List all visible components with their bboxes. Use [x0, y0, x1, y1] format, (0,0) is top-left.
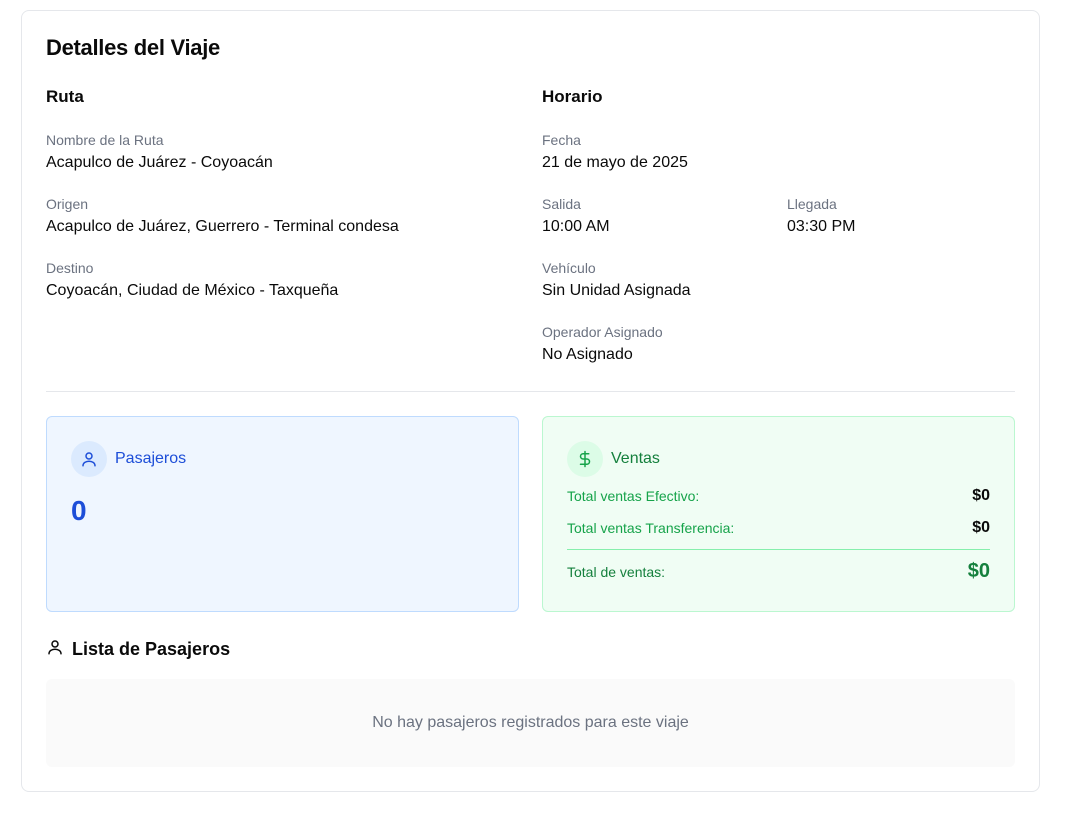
departure-label: Salida	[542, 196, 581, 212]
vehicle-label: Vehículo	[542, 260, 596, 276]
total-sales-label: Total de ventas:	[567, 563, 666, 580]
destination-label: Destino	[46, 260, 94, 276]
route-section-title: Ruta	[46, 87, 84, 106]
dollar-icon	[567, 441, 603, 477]
origin-value: Acapulco de Juárez, Guerrero - Terminal …	[46, 218, 399, 235]
vehicle-value: Sin Unidad Asignada	[542, 282, 691, 299]
user-icon	[71, 441, 107, 477]
schedule-section-title: Horario	[542, 87, 603, 106]
empty-state-message: No hay pasajeros registrados para este v…	[372, 714, 689, 731]
passenger-list-title: Lista de Pasajeros	[72, 639, 231, 659]
route-name-value: Acapulco de Juárez - Coyoacán	[46, 154, 273, 171]
passengers-title: Pasajeros	[115, 450, 187, 467]
departure-value: 10:00 AM	[542, 218, 610, 235]
date-label: Fecha	[542, 132, 581, 148]
passenger-list-empty: No hay pasajeros registrados para este v…	[46, 679, 1015, 767]
total-sales-value: $0	[967, 560, 990, 582]
passengers-count: 0	[71, 495, 87, 526]
arrival-label: Llegada	[787, 196, 837, 212]
route-name-label: Nombre de la Ruta	[46, 132, 164, 148]
sales-divider	[567, 549, 990, 550]
cash-sales-row: Total ventas Efectivo: $0	[567, 487, 990, 505]
date-value: 21 de mayo de 2025	[542, 154, 688, 171]
total-sales-row: Total de ventas: $0	[567, 560, 990, 583]
transfer-sales-value: $0	[972, 519, 990, 536]
section-divider	[46, 391, 1015, 392]
user-icon	[46, 638, 64, 661]
operator-value: No Asignado	[542, 346, 633, 363]
transfer-sales-label: Total ventas Transferencia:	[567, 520, 735, 536]
passengers-card: Pasajeros 0	[46, 416, 519, 612]
destination-value: Coyoacán, Ciudad de México - Taxqueña	[46, 282, 339, 299]
operator-label: Operador Asignado	[542, 324, 663, 340]
transfer-sales-row: Total ventas Transferencia: $0	[567, 519, 990, 537]
origin-label: Origen	[46, 196, 89, 212]
sales-title: Ventas	[611, 450, 660, 467]
arrival-value: 03:30 PM	[787, 218, 856, 235]
trip-details-card: Detalles del Viaje Ruta Nombre de la Rut…	[21, 10, 1040, 792]
sales-card: Ventas Total ventas Efectivo: $0 Total v…	[542, 416, 1015, 612]
passenger-list-header: Lista de Pasajeros	[46, 638, 230, 661]
page-title: Detalles del Viaje	[46, 35, 220, 60]
cash-sales-label: Total ventas Efectivo:	[567, 488, 700, 504]
cash-sales-value: $0	[972, 487, 990, 504]
